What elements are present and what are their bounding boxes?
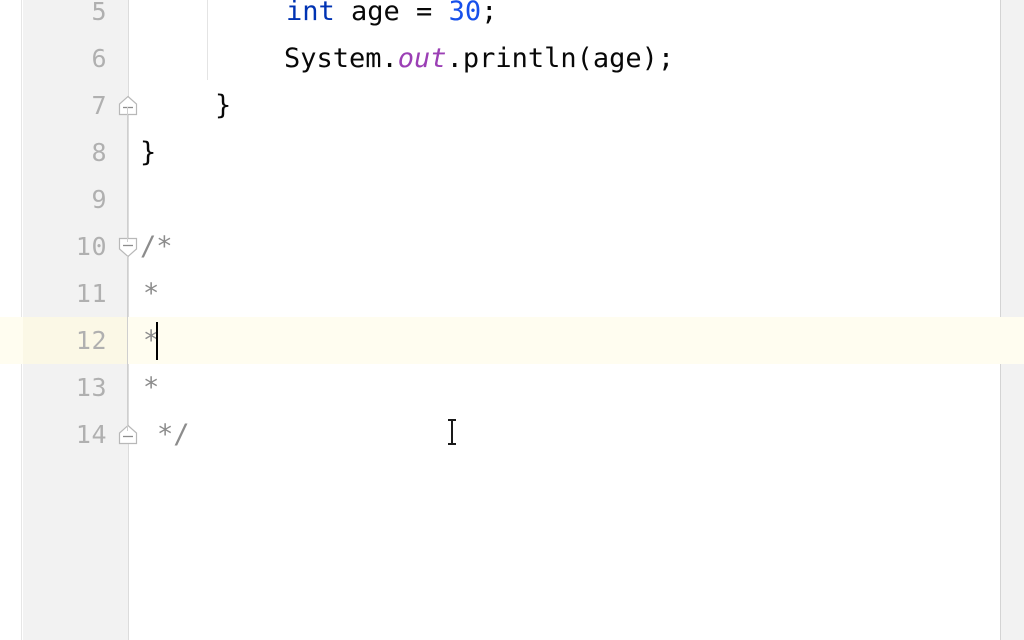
editor-line-6[interactable]: 6 System.out.println(age); <box>0 35 1024 82</box>
editor-line-12[interactable]: 12 * <box>0 317 1024 364</box>
text-ibeam-cursor <box>444 419 460 445</box>
line-content-10[interactable]: /* <box>140 223 173 270</box>
code-editor[interactable]: 5 int age = 30; 6 System.out.println(age); 7… <box>0 0 1024 640</box>
current-line-rail-highlight <box>1001 317 1024 364</box>
fold-collapse-icon[interactable] <box>115 234 141 260</box>
line-number-12[interactable]: 12 <box>23 317 107 364</box>
editor-line-7[interactable]: 7} <box>0 82 1024 129</box>
line-content-14[interactable]: */ <box>157 411 190 458</box>
fold-end-icon[interactable] <box>115 422 141 448</box>
token-plain: } <box>140 137 157 168</box>
editor-line-13[interactable]: 13 * <box>0 364 1024 411</box>
line-content-6[interactable]: System.out.println(age); <box>284 35 674 82</box>
token-comment: /* <box>140 231 173 262</box>
text-caret <box>156 322 158 360</box>
fold-region-line-upper <box>127 107 128 242</box>
line-content-13[interactable]: * <box>143 364 159 411</box>
token-static: out <box>397 43 447 74</box>
editor-line-14[interactable]: 14 */ <box>0 411 1024 458</box>
token-comment: */ <box>157 419 190 450</box>
line-content-8[interactable]: } <box>140 129 156 176</box>
token-kw: int <box>286 0 335 27</box>
editor-line-8[interactable]: 8} <box>0 129 1024 176</box>
token-plain: .println(age); <box>446 43 675 74</box>
token-comment: * <box>143 372 160 403</box>
line-number-11[interactable]: 11 <box>23 270 107 317</box>
fold-end-icon[interactable] <box>115 93 141 119</box>
token-plain: age = <box>334 0 449 27</box>
token-plain: } <box>215 90 232 121</box>
token-plain: System. <box>284 43 398 74</box>
editor-line-11[interactable]: 11 * <box>0 270 1024 317</box>
line-number-7[interactable]: 7 <box>23 82 107 129</box>
token-plain: ; <box>481 0 498 27</box>
line-content-5[interactable]: int age = 30; <box>286 0 497 35</box>
line-number-14[interactable]: 14 <box>23 411 107 458</box>
fold-region-line-lower <box>127 256 128 431</box>
editor-line-10[interactable]: 10 /* <box>0 223 1024 270</box>
line-number-8[interactable]: 8 <box>23 129 107 176</box>
editor-line-9[interactable]: 9 <box>0 176 1024 223</box>
line-content-7[interactable]: } <box>215 82 231 129</box>
line-number-6[interactable]: 6 <box>23 35 107 82</box>
token-num: 30 <box>448 0 482 27</box>
line-number-9[interactable]: 9 <box>23 176 107 223</box>
line-number-5[interactable]: 5 <box>23 0 107 35</box>
line-number-10[interactable]: 10 <box>23 223 107 270</box>
line-content-11[interactable]: * <box>143 270 159 317</box>
line-number-13[interactable]: 13 <box>23 364 107 411</box>
editor-line-5[interactable]: 5 int age = 30; <box>0 0 1024 35</box>
token-comment: * <box>143 278 160 309</box>
indent-guide <box>207 0 208 80</box>
